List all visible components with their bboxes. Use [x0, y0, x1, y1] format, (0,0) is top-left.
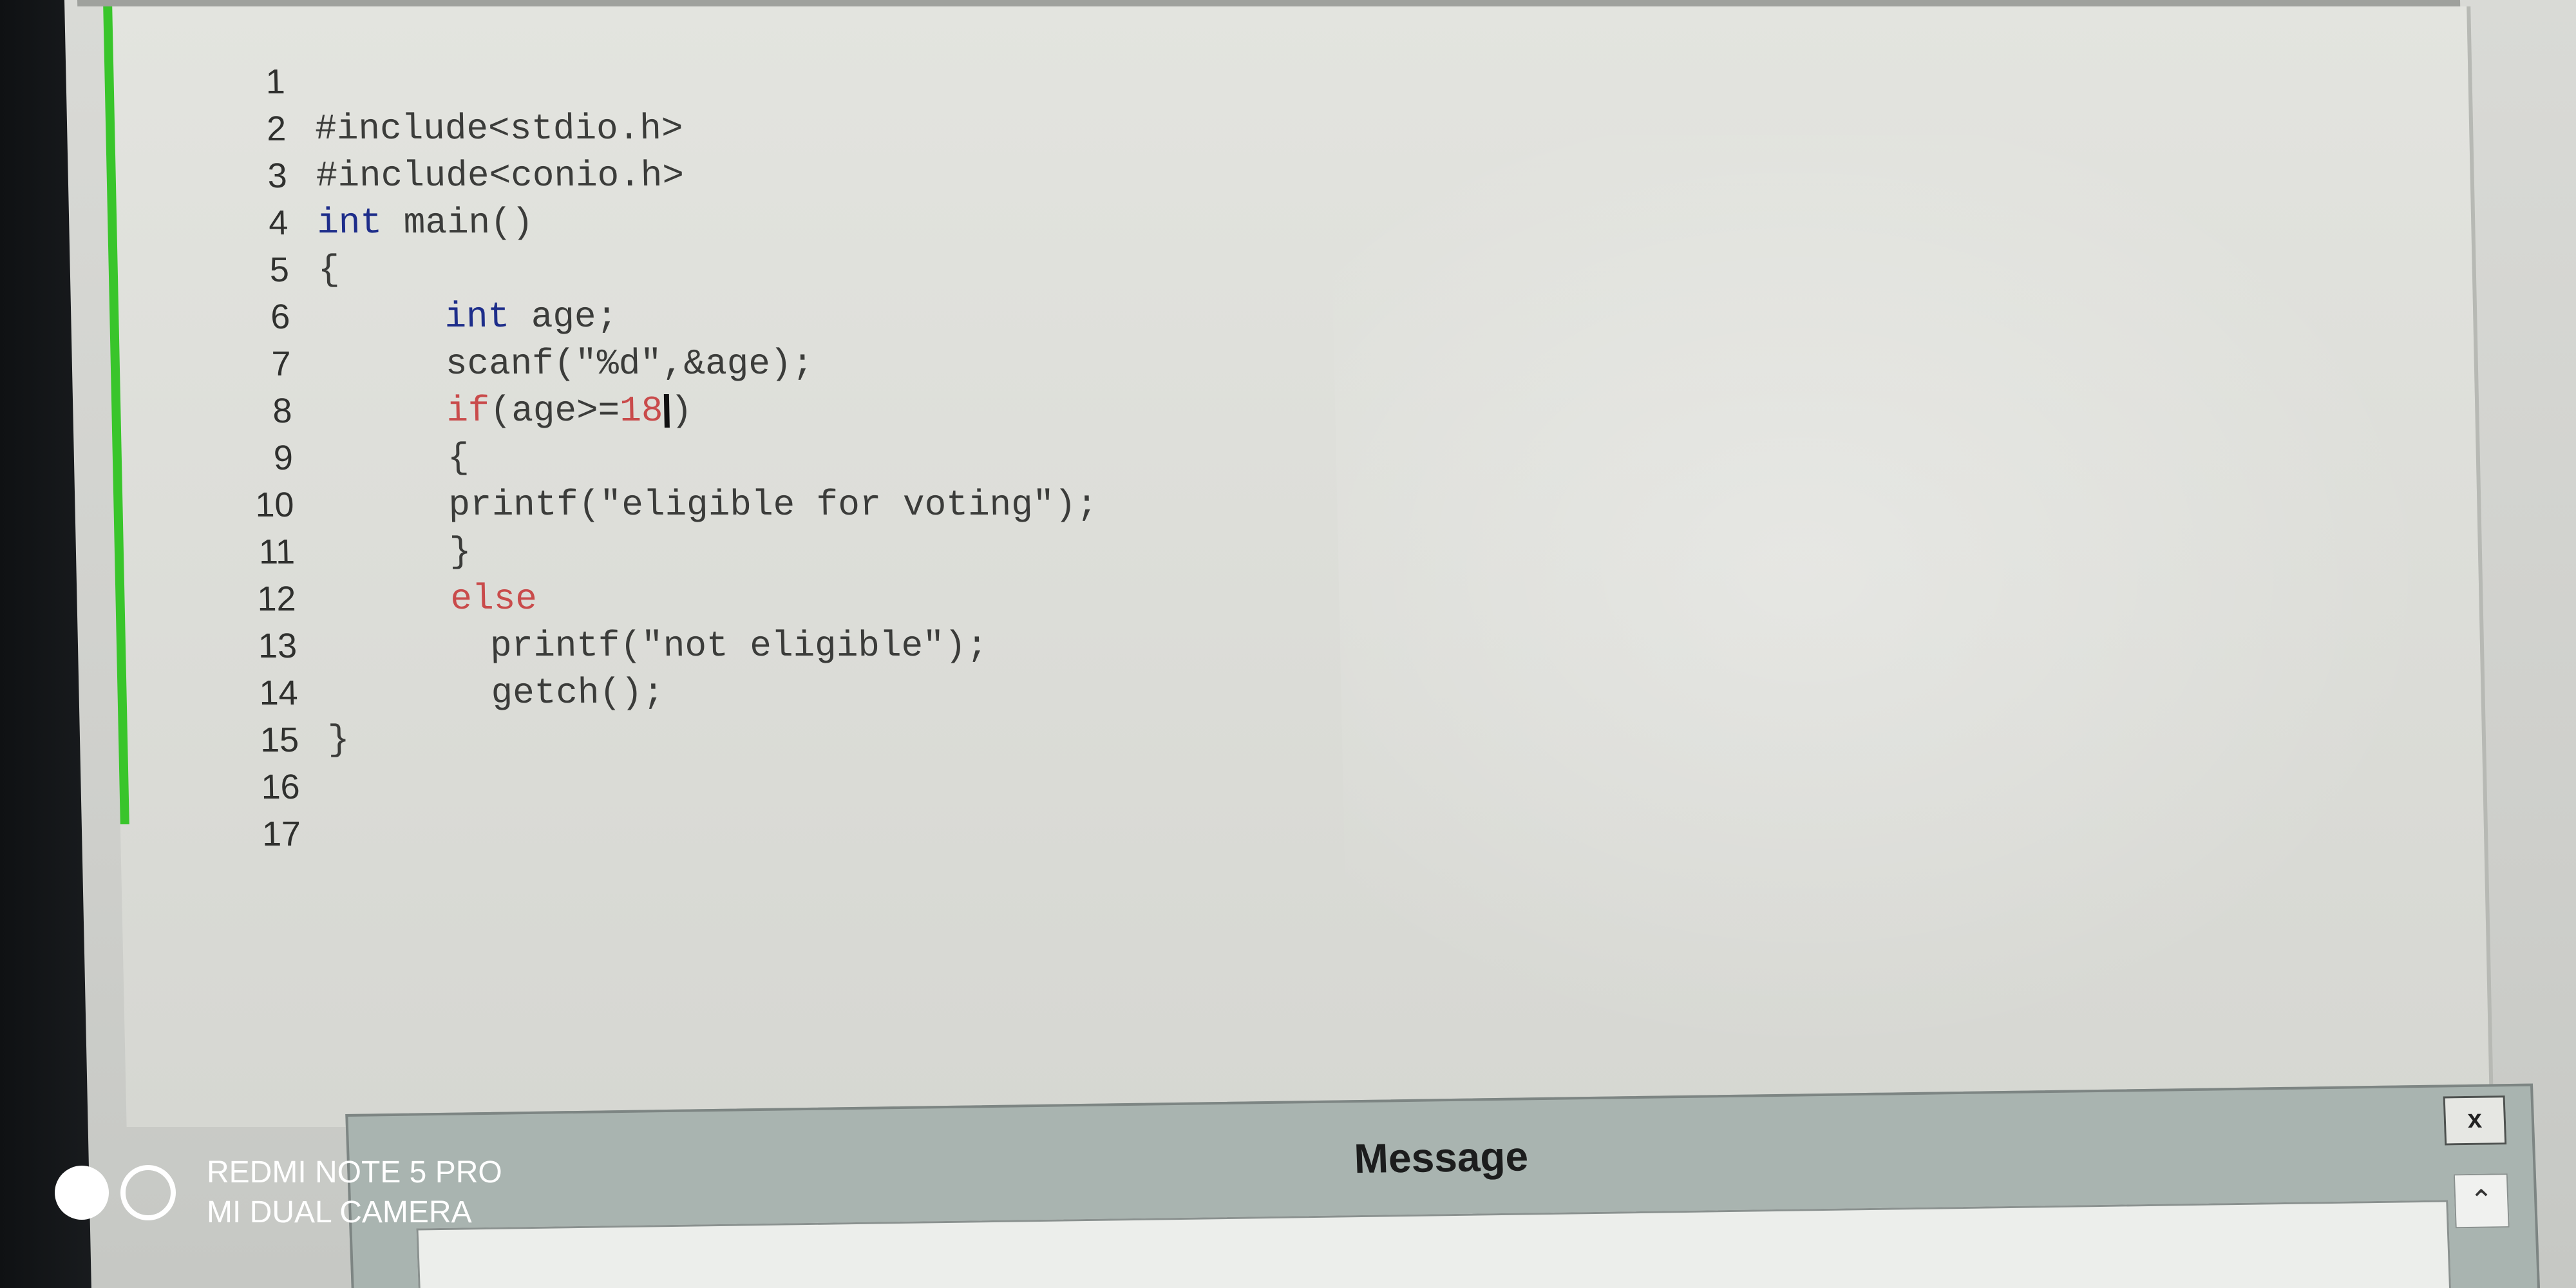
- code-line[interactable]: 12 printf("not eligible");: [114, 529, 989, 667]
- keyword: if: [446, 390, 491, 431]
- keyword: int: [444, 296, 510, 337]
- code-line[interactable]: 15: [117, 670, 299, 759]
- code-line[interactable]: 16: [118, 717, 300, 806]
- code-text: if(age>=18): [446, 388, 693, 435]
- watermark-line-2: MI DUAL CAMERA: [207, 1195, 472, 1229]
- code-text: printf("not eligible");: [489, 625, 989, 667]
- code-text: {: [447, 437, 470, 478]
- code-line[interactable]: 7 if(age>=18): [109, 294, 693, 431]
- code-line[interactable]: 6 scanf("%d",&age);: [108, 247, 814, 384]
- code-fragment: age;: [509, 296, 618, 337]
- code-line[interactable]: 17: [119, 764, 301, 853]
- code-text: int age;: [444, 294, 618, 341]
- code-line[interactable]: 4 {: [106, 153, 340, 290]
- code-fragment: main(): [381, 202, 534, 243]
- chevron-up-icon[interactable]: ⌃: [2453, 1173, 2510, 1229]
- watermark-line-1: REDMI NOTE 5 PRO: [207, 1155, 502, 1189]
- code-text: #include<stdio.h>: [314, 108, 684, 149]
- code-fragment: ): [670, 390, 693, 431]
- code-text: #include<conio.h>: [316, 155, 685, 196]
- code-text: }: [327, 719, 350, 761]
- keyword: int: [316, 202, 383, 243]
- camera-watermark: REDMI NOTE 5 PRO MI DUAL CAMERA: [55, 1153, 502, 1233]
- code-line[interactable]: 10 }: [112, 435, 472, 573]
- number-literal: 18: [619, 390, 664, 431]
- watermark-text: REDMI NOTE 5 PRO MI DUAL CAMERA: [207, 1153, 502, 1233]
- message-dialog: Message x ⌃: [345, 1083, 2541, 1288]
- filled-circle-icon: [55, 1166, 109, 1220]
- ring-circle-icon: [120, 1165, 176, 1220]
- code-line[interactable]: 8 {: [110, 341, 469, 478]
- line-number: 17: [261, 815, 301, 853]
- code-text: scanf("%d",&age);: [445, 343, 814, 384]
- code-text: {: [317, 249, 341, 290]
- code-text: int main(): [316, 200, 534, 247]
- window-top-border: [77, 0, 2461, 6]
- code-text: getch();: [490, 672, 665, 714]
- code-fragment: (age>=: [489, 390, 620, 431]
- code-line[interactable]: 2 #include<conio.h>: [104, 59, 685, 196]
- code-line[interactable]: 1 #include<stdio.h>: [103, 12, 683, 149]
- monitor-screen: 1 #include<stdio.h> 2 #include<conio.h> …: [64, 0, 2576, 1288]
- message-text-area[interactable]: [416, 1200, 2452, 1288]
- code-line[interactable]: 14 }: [116, 623, 350, 761]
- text-cursor: [663, 394, 670, 428]
- code-line[interactable]: 11 else: [113, 482, 537, 620]
- close-button[interactable]: x: [2443, 1095, 2507, 1146]
- code-text: else: [450, 576, 538, 623]
- keyword: else: [450, 578, 538, 620]
- code-lines: 1 #include<stdio.h> 2 #include<conio.h> …: [103, 12, 1099, 853]
- screen-glare: [1329, 135, 2509, 1101]
- dialog-title: Message: [1353, 1133, 1530, 1182]
- code-line[interactable]: 3 int main(): [105, 106, 534, 243]
- code-line[interactable]: 13 getch();: [115, 576, 665, 714]
- code-line[interactable]: 5 int age;: [107, 200, 618, 337]
- code-line[interactable]: 9 printf("eligible for voting");: [111, 388, 1098, 526]
- code-text: printf("eligible for voting");: [448, 484, 1099, 526]
- code-text: }: [449, 531, 472, 573]
- code-editor[interactable]: 1 #include<stdio.h> 2 #include<conio.h> …: [103, 6, 2509, 1127]
